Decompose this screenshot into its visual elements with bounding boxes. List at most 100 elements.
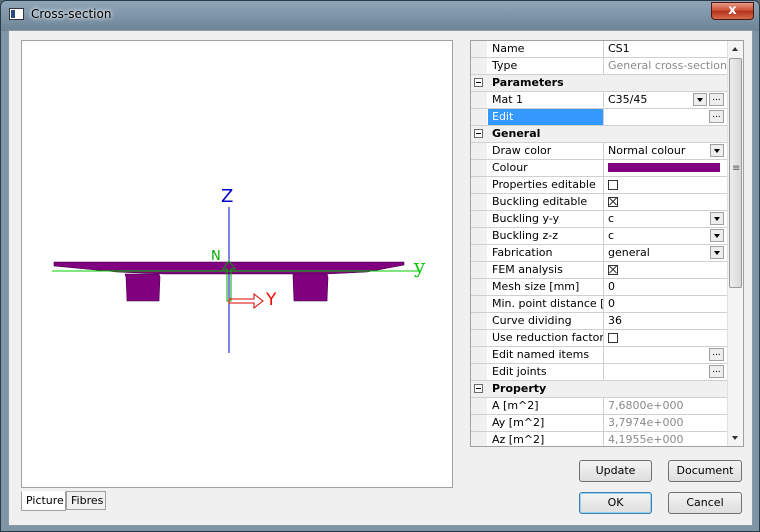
close-button[interactable]: x xyxy=(711,2,754,20)
property-grid[interactable]: Name CS1 Type General cross-section Paramete… xyxy=(470,40,744,447)
property-row[interactable]: Az [m^2] 4,1955e+000 xyxy=(471,432,727,446)
property-value[interactable]: c xyxy=(605,228,726,244)
ok-button[interactable]: OK xyxy=(579,492,652,514)
cancel-button[interactable]: Cancel xyxy=(668,492,742,514)
property-section-row[interactable]: Parameters xyxy=(471,75,727,92)
row-gutter xyxy=(471,296,487,312)
checkbox-checked[interactable] xyxy=(608,265,618,275)
row-gutter xyxy=(471,41,487,57)
property-value[interactable]: 36 xyxy=(605,313,726,329)
property-value-text: 36 xyxy=(608,314,622,327)
property-label: Edit joints xyxy=(488,364,604,380)
collapse-minus-icon[interactable] xyxy=(474,129,483,138)
property-row[interactable]: Min. point distance [... 0 xyxy=(471,296,727,313)
row-gutter xyxy=(471,330,487,346)
title-bar[interactable]: Cross-section x xyxy=(1,1,759,29)
property-row[interactable]: Draw color Normal colour xyxy=(471,143,727,160)
dialog-client-area: Z y N Y Picture Fibres Name CS1 Type Genera… xyxy=(8,30,753,526)
property-label: Type xyxy=(488,58,604,74)
property-value-text: 0 xyxy=(608,280,615,293)
collapse-minus-icon[interactable] xyxy=(474,384,483,393)
property-row[interactable]: A [m^2] 7,6800e+000 xyxy=(471,398,727,415)
dropdown-arrow-icon[interactable] xyxy=(710,144,724,157)
property-row[interactable]: Edit named items... xyxy=(471,347,727,364)
scroll-down-arrow-icon[interactable] xyxy=(728,430,743,446)
property-row[interactable]: Fabrication general xyxy=(471,245,727,262)
row-gutter xyxy=(471,432,487,446)
row-gutter xyxy=(471,279,487,295)
property-row[interactable]: Type General cross-section xyxy=(471,58,727,75)
row-gutter xyxy=(471,143,487,159)
property-value[interactable] xyxy=(605,330,726,346)
property-section-row[interactable]: Property xyxy=(471,381,727,398)
property-value[interactable]: ... xyxy=(605,364,726,380)
property-section-row[interactable]: General xyxy=(471,126,727,143)
collapse-minus-icon[interactable] xyxy=(474,78,483,87)
property-row[interactable]: Mesh size [mm] 0 xyxy=(471,279,727,296)
colour-swatch[interactable] xyxy=(608,163,720,172)
row-gutter xyxy=(471,58,487,74)
scroll-up-arrow-icon[interactable] xyxy=(728,41,743,57)
property-row[interactable]: Colour xyxy=(471,160,727,177)
document-button[interactable]: Document xyxy=(668,460,742,482)
property-row[interactable]: Edit... xyxy=(471,109,727,126)
ellipsis-button[interactable]: ... xyxy=(709,348,724,361)
property-row[interactable]: Edit joints... xyxy=(471,364,727,381)
property-scrollbar[interactable] xyxy=(727,41,743,446)
property-value[interactable]: ... xyxy=(605,347,726,363)
update-button[interactable]: Update xyxy=(579,460,652,482)
property-label: Curve dividing xyxy=(488,313,604,329)
property-value[interactable]: CS1 xyxy=(605,41,726,57)
property-row[interactable]: FEM analysis xyxy=(471,262,727,279)
checkbox-unchecked[interactable] xyxy=(608,180,618,190)
tab-picture[interactable]: Picture xyxy=(21,491,66,511)
ellipsis-button[interactable]: ... xyxy=(709,110,724,123)
property-value: 4,1955e+000 xyxy=(605,432,726,446)
property-value[interactable]: c xyxy=(605,211,726,227)
property-label: Buckling y-y xyxy=(488,211,604,227)
row-gutter xyxy=(471,194,487,210)
ellipsis-button[interactable]: ... xyxy=(709,365,724,378)
property-label: Buckling editable xyxy=(488,194,604,210)
scroll-thumb[interactable] xyxy=(729,58,742,288)
row-gutter xyxy=(471,126,487,142)
window-icon xyxy=(9,8,24,20)
property-row[interactable]: Mat 1 C35/45... xyxy=(471,92,727,109)
property-row[interactable]: Properties editable xyxy=(471,177,727,194)
dropdown-arrow-icon[interactable] xyxy=(693,93,707,106)
ellipsis-button[interactable]: ... xyxy=(709,93,724,106)
dropdown-arrow-icon[interactable] xyxy=(710,229,724,242)
property-row[interactable]: Use reduction factors xyxy=(471,330,727,347)
property-value[interactable] xyxy=(605,160,726,176)
property-row[interactable]: Name CS1 xyxy=(471,41,727,58)
dropdown-arrow-icon[interactable] xyxy=(710,212,724,225)
checkbox-checked[interactable] xyxy=(608,197,618,207)
checkbox-unchecked[interactable] xyxy=(608,333,618,343)
property-value[interactable] xyxy=(605,177,726,193)
tab-fibres[interactable]: Fibres xyxy=(66,491,106,510)
property-row[interactable]: Curve dividing 36 xyxy=(471,313,727,330)
property-label: Properties editable xyxy=(488,177,604,193)
property-row[interactable]: Buckling z-z c xyxy=(471,228,727,245)
property-row[interactable]: Ay [m^2] 3,7974e+000 xyxy=(471,415,727,432)
property-value[interactable] xyxy=(605,262,726,278)
property-value[interactable] xyxy=(605,194,726,210)
row-gutter xyxy=(471,160,487,176)
left-web xyxy=(124,273,161,302)
property-value[interactable]: 0 xyxy=(605,279,726,295)
property-rows: Name CS1 Type General cross-section Paramete… xyxy=(471,41,727,446)
dropdown-arrow-icon[interactable] xyxy=(710,246,724,259)
row-gutter xyxy=(471,228,487,244)
property-row[interactable]: Buckling y-y c xyxy=(471,211,727,228)
property-value[interactable]: 0 xyxy=(605,296,726,312)
property-row[interactable]: Buckling editable xyxy=(471,194,727,211)
property-value[interactable]: ... xyxy=(605,109,726,125)
property-label: Property xyxy=(488,381,718,397)
cross-section-picture[interactable]: Z y N Y xyxy=(21,40,453,488)
property-label: Use reduction factors xyxy=(488,330,604,346)
property-value[interactable]: general xyxy=(605,245,726,261)
property-value[interactable]: C35/45... xyxy=(605,92,726,108)
property-value[interactable]: Normal colour xyxy=(605,143,726,159)
property-value: 3,7974e+000 xyxy=(605,415,726,431)
property-label: Mat 1 xyxy=(488,92,604,108)
